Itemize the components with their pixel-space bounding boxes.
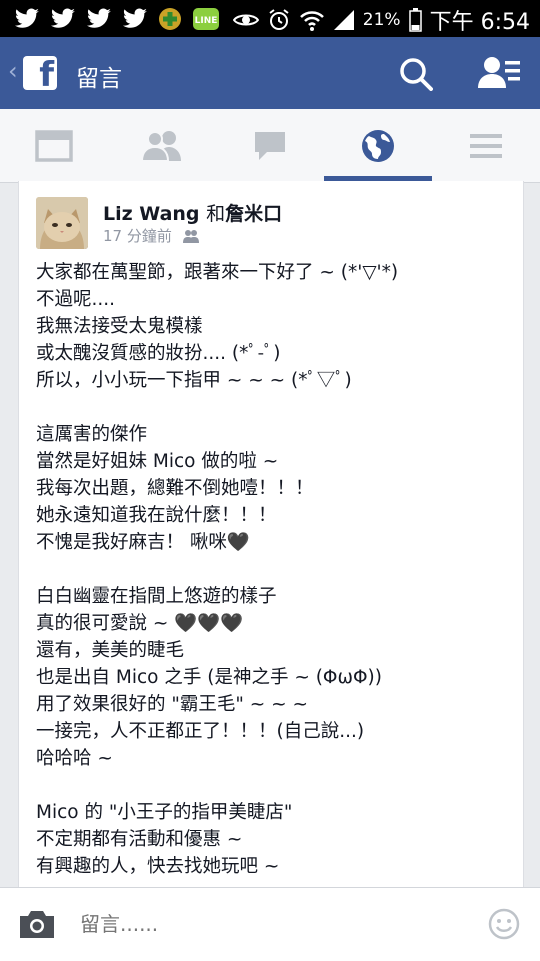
twitter-icon bbox=[50, 8, 75, 28]
tab-messages[interactable] bbox=[216, 109, 324, 182]
comment-input[interactable] bbox=[80, 908, 460, 940]
post-line: 大家都在萬聖節，跟著來一下好了 ~ (*'▽'*) bbox=[36, 262, 399, 283]
wifi-icon bbox=[299, 11, 324, 31]
post-line: 一接完，人不正都正了！！！(自己說...) bbox=[36, 721, 365, 742]
system-icons: 21% 下午 6:54 bbox=[232, 4, 530, 36]
sticker-smiley-icon[interactable] bbox=[488, 908, 520, 940]
camera-icon[interactable] bbox=[18, 908, 56, 940]
plus-app-icon bbox=[159, 8, 181, 30]
tag-connector: 和 bbox=[206, 203, 226, 225]
messages-icon bbox=[255, 131, 285, 160]
post-line: 這厲害的傑作 bbox=[36, 424, 148, 445]
twitter-icon bbox=[14, 8, 39, 28]
post-line: 用了效果很好的 "霸王毛" ~ ~ ~ bbox=[36, 694, 309, 715]
post-author-line: Liz Wang 和詹米口 bbox=[103, 199, 282, 226]
news-feed-icon bbox=[35, 129, 73, 162]
post-line: 當然是好姐妹 Mico 做的啦 ~ bbox=[36, 451, 279, 472]
battery-percent: 21% bbox=[362, 10, 401, 30]
post-line: 所以，小小玩一下指甲 ~ ~ ~ (*ﾟ▽ﾟ) bbox=[36, 370, 352, 391]
avatar[interactable] bbox=[36, 197, 88, 249]
post-line: 真的很可愛說 ~ 🖤🖤🖤 bbox=[36, 613, 244, 634]
friends-icon bbox=[141, 130, 181, 162]
post-line: 有興趣的人，快去找她玩吧 ~ bbox=[36, 856, 280, 877]
search-icon[interactable] bbox=[399, 57, 433, 91]
post-card: Liz Wang 和詹米口 17 分鐘前 大家都在萬聖節，跟著來一下好了 ~ (… bbox=[18, 181, 524, 887]
svg-text:LINE: LINE bbox=[195, 16, 218, 26]
tab-more[interactable] bbox=[432, 109, 540, 182]
post-line: 我無法接受太鬼模樣 bbox=[36, 316, 203, 337]
back-chevron-icon[interactable]: ‹ bbox=[8, 57, 18, 85]
tab-notifications[interactable] bbox=[324, 109, 432, 182]
comment-bar bbox=[0, 887, 540, 961]
post-meta: 17 分鐘前 bbox=[103, 225, 200, 246]
tagged-name[interactable]: 詹米口 bbox=[225, 203, 282, 225]
post-line: 不愧是我好麻吉！ 啾咪🖤 bbox=[36, 532, 250, 553]
post-line: 白白幽靈在指間上悠遊的樣子 bbox=[36, 586, 277, 607]
notification-icons: LINE bbox=[14, 7, 220, 31]
post-line: 也是出自 Mico 之手 (是神之手 ~ (ΦωΦ)) bbox=[36, 667, 382, 688]
line-app-icon: LINE bbox=[193, 8, 219, 30]
battery-icon bbox=[408, 8, 422, 32]
tab-news-feed[interactable] bbox=[0, 109, 108, 182]
post-timestamp[interactable]: 17 分鐘前 bbox=[103, 225, 172, 246]
twitter-icon bbox=[86, 8, 111, 28]
cat-photo bbox=[36, 197, 88, 249]
twitter-icon bbox=[122, 8, 147, 28]
post-line: 或太醜沒質感的妝扮.... (*ﾟ-ﾟ) bbox=[36, 343, 281, 364]
post-line: Mico 的 "小王子的指甲美睫店" bbox=[36, 802, 293, 823]
post-line: 不過呢.... bbox=[36, 289, 116, 310]
friends-privacy-icon[interactable] bbox=[182, 229, 200, 243]
post-line: 還有，美美的睫毛 bbox=[36, 640, 185, 661]
globe-icon bbox=[362, 129, 394, 162]
alarm-icon bbox=[269, 9, 289, 30]
clock: 下午 6:54 bbox=[429, 10, 530, 35]
eye-icon bbox=[232, 14, 259, 26]
signal-icon bbox=[333, 10, 354, 30]
top-nav-bar: ‹ f 留言 bbox=[0, 37, 540, 109]
tab-bar bbox=[0, 109, 540, 183]
facebook-logo-letter: f bbox=[39, 55, 54, 95]
tab-friends[interactable] bbox=[108, 109, 216, 182]
post-line: 哈哈哈 ~ bbox=[36, 748, 113, 769]
page-title: 留言 bbox=[76, 66, 122, 92]
menu-icon bbox=[470, 133, 502, 158]
friend-requests-icon[interactable] bbox=[478, 56, 522, 90]
post-line: 不定期都有活動和優惠 ~ bbox=[36, 829, 243, 850]
author-name[interactable]: Liz Wang bbox=[103, 203, 200, 225]
post-line: 她永遠知道我在說什麼！！！ bbox=[36, 505, 277, 526]
post-line: 我每次出題，總難不倒她噎！！！ bbox=[36, 478, 314, 499]
post-text: 大家都在萬聖節，跟著來一下好了 ~ (*'▽'*) 不過呢.... 我無法接受太鬼模… bbox=[36, 259, 516, 880]
facebook-logo[interactable]: f bbox=[23, 55, 57, 95]
status-bar: LINE 21% 下午 6:54 bbox=[0, 0, 540, 37]
